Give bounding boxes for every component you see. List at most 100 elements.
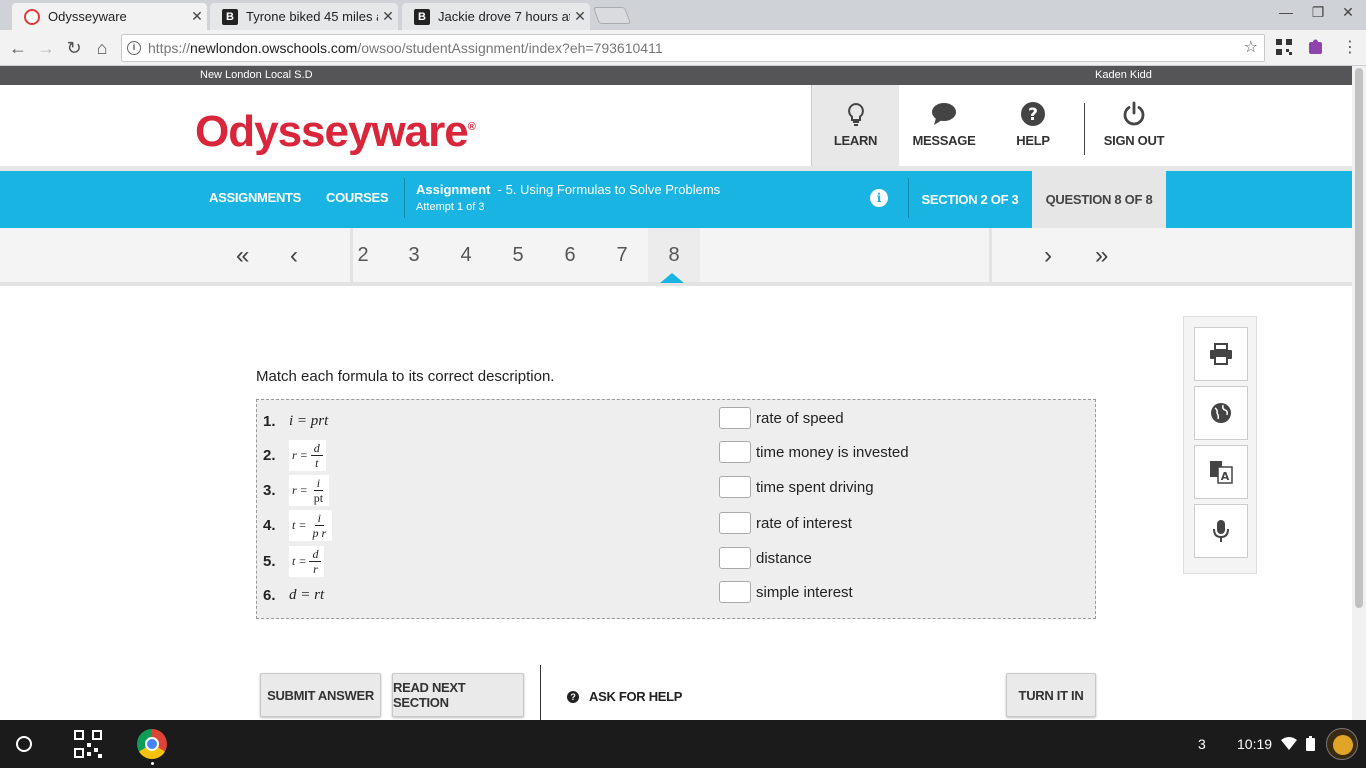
answer-input[interactable]	[719, 441, 751, 463]
answer-row: simple interest	[719, 581, 853, 603]
bookmark-star-icon[interactable]: ☆	[1244, 35, 1258, 61]
url-scheme: https://	[148, 40, 191, 56]
learn-button[interactable]: LEARN	[811, 85, 899, 166]
answer-row: distance	[719, 547, 812, 569]
page-number[interactable]: 4	[440, 228, 492, 282]
back-arrow-icon[interactable]: ←	[6, 36, 30, 60]
answer-label: rate of interest	[756, 514, 852, 532]
chat-bubble-icon	[932, 103, 956, 125]
close-icon[interactable]: ✕	[378, 8, 398, 25]
puzzle-extension-icon[interactable]	[1307, 38, 1325, 56]
qr-app-icon[interactable]	[72, 728, 104, 760]
courses-link[interactable]: COURSES	[326, 190, 389, 205]
page-number[interactable]: 2	[337, 228, 389, 282]
tab-title: Jackie drove 7 hours at	[438, 9, 570, 24]
learn-label: LEARN	[833, 133, 878, 148]
close-icon[interactable]: ✕	[187, 8, 207, 25]
translate-icon: A	[1210, 461, 1233, 484]
info-icon[interactable]: i	[870, 189, 888, 207]
translate-button[interactable]: A	[1194, 445, 1248, 499]
tab-jackie[interactable]: B Jackie drove 7 hours at ✕	[402, 3, 590, 30]
tab-tyrone[interactable]: B Tyrone biked 45 miles at ✕	[210, 3, 398, 30]
power-icon	[1123, 101, 1145, 126]
help-question-icon: ?	[1021, 102, 1045, 126]
answer-input[interactable]	[719, 407, 751, 429]
menu-kebab-icon[interactable]: ⋮	[1338, 36, 1362, 60]
prev-page-icon[interactable]: ‹	[290, 242, 298, 270]
forward-arrow-icon[interactable]: →	[34, 36, 58, 60]
brainly-favicon-icon: B	[414, 8, 430, 25]
speech-button[interactable]	[1194, 504, 1248, 558]
tab-odysseyware[interactable]: Odysseyware ✕	[12, 3, 207, 30]
reload-icon[interactable]: ↻	[62, 36, 86, 60]
close-icon[interactable]: ✕	[570, 8, 590, 25]
first-page-icon[interactable]: «	[236, 242, 249, 270]
clock[interactable]: 10:19	[1237, 736, 1272, 752]
formula-item: 6. d = rt	[263, 587, 325, 604]
site-info-icon[interactable]: i	[127, 41, 141, 55]
submit-answer-button[interactable]: SUBMIT ANSWER	[260, 673, 381, 717]
restore-icon[interactable]: ❐	[1303, 4, 1333, 21]
home-icon[interactable]: ⌂	[90, 36, 114, 60]
current-page-pointer	[660, 273, 684, 283]
battery-icon[interactable]	[1306, 736, 1315, 751]
message-label: MESSAGE	[912, 133, 976, 148]
answer-row: time money is invested	[719, 441, 909, 463]
answer-label: time spent driving	[756, 478, 874, 496]
last-page-icon[interactable]: »	[1095, 242, 1108, 270]
ask-for-help-label: ASK FOR HELP	[589, 689, 683, 704]
answer-input[interactable]	[719, 547, 751, 569]
bar-divider	[404, 178, 405, 218]
notification-count[interactable]: 3	[1198, 736, 1206, 752]
user-avatar[interactable]	[1326, 728, 1358, 760]
tools-panel: A	[1183, 316, 1257, 574]
minimize-icon[interactable]: —	[1271, 4, 1301, 20]
page-scrollbar[interactable]	[1352, 66, 1366, 720]
url-bar[interactable]: i https://newlondon.owschools.com/owsoo/…	[121, 34, 1265, 62]
question-indicator: QUESTION 8 OF 8	[1032, 171, 1166, 228]
answer-row: rate of speed	[719, 407, 844, 429]
assignments-link[interactable]: ASSIGNMENTS	[209, 190, 301, 205]
assignment-name: - 5. Using Formulas to Solve Problems	[497, 182, 721, 197]
print-button[interactable]	[1194, 327, 1248, 381]
answer-label: simple interest	[756, 583, 853, 601]
svg-text:?: ?	[1028, 105, 1038, 125]
answer-row: time spent driving	[719, 476, 874, 498]
page-number[interactable]: 7	[596, 228, 648, 282]
header-divider	[1084, 103, 1085, 155]
brainly-favicon-icon: B	[222, 8, 238, 25]
answer-label: rate of speed	[756, 409, 844, 427]
os-shelf: 3 10:19	[0, 720, 1366, 768]
ask-for-help-link[interactable]: ? ASK FOR HELP	[567, 689, 682, 704]
translate-web-button[interactable]	[1194, 386, 1248, 440]
chrome-app-icon[interactable]	[137, 729, 167, 759]
district-name: New London Local S.D	[200, 69, 313, 81]
launcher-icon[interactable]	[16, 736, 32, 752]
formula-item: 5. t = d r	[263, 546, 325, 577]
help-button[interactable]: ? HELP	[989, 85, 1077, 166]
sign-out-button[interactable]: SIGN OUT	[1090, 85, 1178, 166]
microphone-icon	[1213, 520, 1229, 542]
answer-input[interactable]	[719, 512, 751, 534]
url-host: newlondon.owschools.com	[190, 40, 358, 56]
turn-it-in-button[interactable]: TURN IT IN	[1006, 673, 1096, 717]
read-next-section-button[interactable]: READ NEXT SECTION	[392, 673, 524, 717]
wifi-icon[interactable]	[1281, 737, 1297, 750]
actions-divider	[540, 665, 541, 720]
matching-area: 1. i = prt 2. r = d t 3. r = i pt 4. t = i p r …	[256, 399, 1096, 619]
next-page-icon[interactable]: ›	[1044, 242, 1052, 270]
page-number[interactable]: 5	[492, 228, 544, 282]
message-button[interactable]: MESSAGE	[900, 85, 988, 166]
scrollbar-thumb[interactable]	[1355, 68, 1363, 608]
answer-input[interactable]	[719, 581, 751, 603]
printer-icon	[1210, 343, 1232, 365]
window-close-icon[interactable]: ✕	[1333, 4, 1363, 21]
new-tab-button[interactable]	[592, 7, 632, 24]
qr-extension-icon[interactable]	[1275, 38, 1293, 56]
answer-row: rate of interest	[719, 512, 852, 534]
url-path: /owsoo/studentAssignment/index?eh=793610…	[357, 40, 663, 56]
answer-input[interactable]	[719, 476, 751, 498]
page-number[interactable]: 6	[544, 228, 596, 282]
page-number[interactable]: 3	[388, 228, 440, 282]
assignment-bar: ASSIGNMENTS COURSES Assignment - 5. Usin…	[0, 171, 1352, 228]
